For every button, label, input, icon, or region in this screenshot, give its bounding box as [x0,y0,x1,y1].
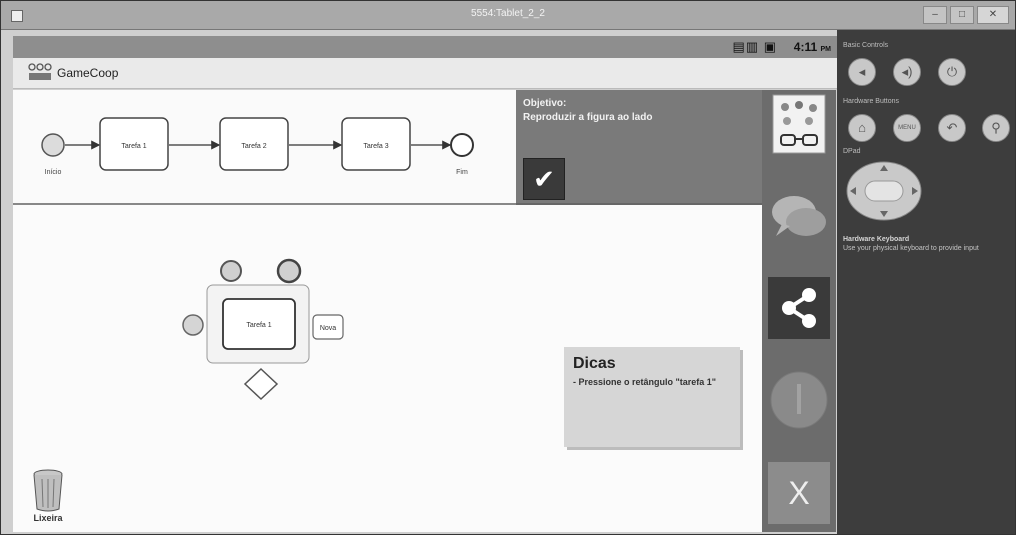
maximize-button[interactable]: □ [950,6,974,24]
avatar-tool-button[interactable] [768,93,830,155]
basic-controls-label: Basic Controls [843,42,889,49]
status-icons: ▤▥ ▣ [732,39,777,54]
goal-box: Objetivo: Reproduzir a figura ao lado ✔ [516,90,762,205]
close-tool-button[interactable]: X [768,462,830,524]
new-task-label: Nova [320,325,336,332]
home-icon[interactable]: ⌂ [848,114,876,142]
avatar-glasses-icon [772,94,826,154]
keyboard-text: Use your physical keyboard to provide in… [843,245,979,252]
volume-down-icon[interactable]: ◂ [848,58,876,86]
window-title-bar: 5554:Tablet_2_2 – □ ✕ [1,1,1015,30]
end-event-handle-icon [276,258,302,284]
start-event-icon [41,133,65,157]
start-label: Início [45,169,62,176]
trash-button[interactable]: Lixeira [28,467,68,527]
start-event-handle-icon [220,260,242,282]
gateway-diamond-icon [243,367,279,401]
emulator-window: 5554:Tablet_2_2 – □ ✕ ▤▥ ▣ 4:11 PM GameC… [0,0,1016,535]
hint-box: Dicas - Pressione o retângulo "tarefa 1" [564,347,740,447]
back-icon[interactable]: ↶ [938,114,966,142]
trash-label: Lixeira [33,513,63,523]
dpad-control[interactable] [845,160,923,222]
app-logo-icon [28,63,52,80]
objective-task-2-label: Tarefa 2 [241,143,266,150]
work-canvas[interactable]: Tarefa 1 Nova Dicas - Pressione o retâng… [13,205,762,532]
close-tool-label: X [788,474,810,511]
end-label: Fim [456,169,468,176]
check-icon[interactable]: ✔ [523,158,565,200]
emulator-control-panel: Basic Controls ◂ ◂) ⏻ Hardware Buttons ⌂… [837,30,1015,534]
end-event-icon [450,133,474,157]
search-icon[interactable]: ⚲ [982,114,1010,142]
app-name: GameCoop [57,66,119,80]
volume-up-icon[interactable]: ◂) [893,58,921,86]
close-window-button[interactable]: ✕ [977,6,1009,24]
power-icon[interactable]: ⏻ [938,58,966,86]
goal-label: Objetivo: [523,98,567,109]
chat-bubbles-icon [772,196,826,236]
goal-text: Reproduzir a figura ao lado [523,112,653,123]
objective-diagram-panel: Início Tarefa 1 Tarefa 2 Tarefa 3 Fim [13,90,516,205]
minimize-button[interactable]: – [923,6,947,24]
android-status-bar: ▤▥ ▣ 4:11 PM [13,36,837,58]
trash-can-icon [33,469,63,512]
status-clock: 4:11 PM [793,40,831,54]
hardware-buttons-label: Hardware Buttons [843,98,900,105]
info-icon [770,371,828,429]
share-tool-button[interactable] [768,277,830,339]
keyboard-title: Hardware Keyboard [843,236,910,243]
objective-task-1-label: Tarefa 1 [121,143,146,150]
info-tool-button[interactable] [768,369,830,431]
chat-tool-button[interactable] [768,185,830,247]
objective-task-3-label: Tarefa 3 [363,143,388,150]
work-task-1-label: Tarefa 1 [246,322,271,329]
window-title: 5554:Tablet_2_2 [471,8,545,19]
tool-column: X [762,90,836,532]
share-icon [782,288,816,328]
left-event-handle-icon [182,314,204,336]
objective-process-diagram: Início Tarefa 1 Tarefa 2 Tarefa 3 Fim [41,117,474,176]
hint-text: - Pressione o retângulo "tarefa 1" [573,377,717,387]
menu-button[interactable]: MENU [893,114,921,142]
hint-title: Dicas [573,355,616,372]
app-action-bar: GameCoop [13,58,837,89]
dpad-label: DPad [843,148,861,155]
